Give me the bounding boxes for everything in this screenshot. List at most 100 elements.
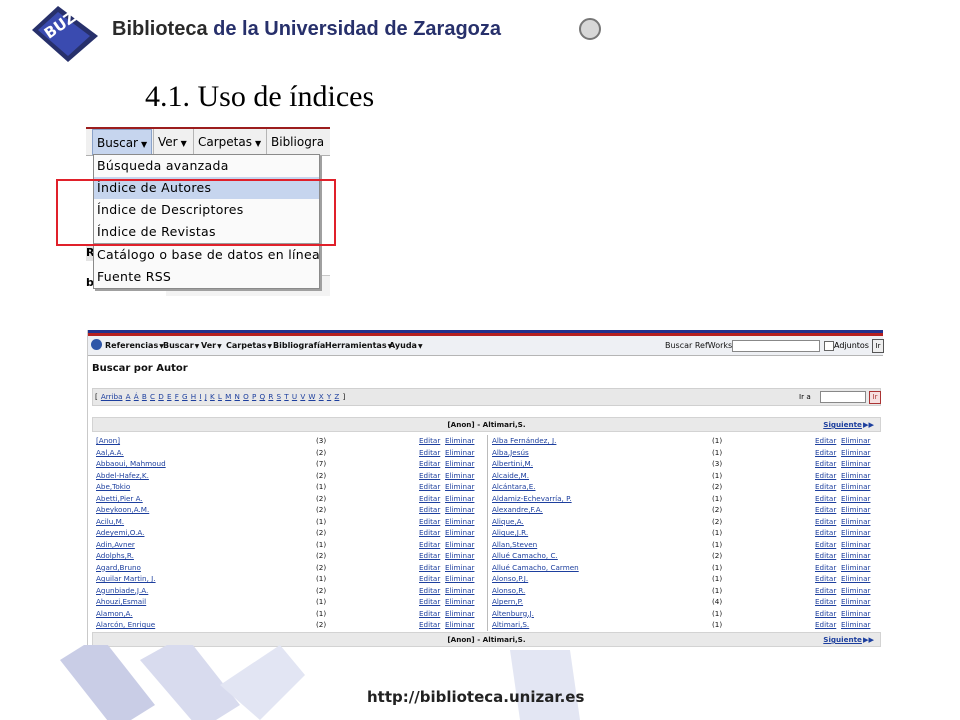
edit-link[interactable]: Editar bbox=[419, 596, 440, 608]
next-link[interactable]: Siguiente▶▶ bbox=[823, 633, 874, 646]
alphabet-link[interactable]: V bbox=[300, 392, 305, 401]
edit-link[interactable]: Editar bbox=[815, 470, 836, 482]
author-name-link[interactable]: Allué Camacho, C. bbox=[492, 550, 558, 562]
delete-link[interactable]: Eliminar bbox=[841, 550, 870, 562]
menu-buscar[interactable]: Buscar▼ bbox=[92, 129, 153, 155]
delete-link[interactable]: Eliminar bbox=[445, 550, 474, 562]
alphabet-link[interactable]: P bbox=[252, 392, 256, 401]
edit-link[interactable]: Editar bbox=[419, 585, 440, 597]
author-name-link[interactable]: Acilu,M. bbox=[96, 516, 124, 528]
author-name-link[interactable]: Alba,Jesús bbox=[492, 447, 529, 459]
delete-link[interactable]: Eliminar bbox=[841, 481, 870, 493]
alphabet-link[interactable]: J bbox=[205, 392, 207, 401]
author-name-link[interactable]: Alonso,R. bbox=[492, 585, 525, 597]
author-name-link[interactable]: Allan,Steven bbox=[492, 539, 537, 551]
delete-link[interactable]: Eliminar bbox=[841, 596, 870, 608]
alphabet-link[interactable]: Á bbox=[134, 392, 139, 401]
author-name-link[interactable]: Agunbiade,J.A. bbox=[96, 585, 148, 597]
delete-link[interactable]: Eliminar bbox=[445, 470, 474, 482]
search-input[interactable] bbox=[732, 340, 820, 352]
alphabet-link[interactable]: I bbox=[199, 392, 201, 401]
delete-link[interactable]: Eliminar bbox=[841, 458, 870, 470]
delete-link[interactable]: Eliminar bbox=[445, 458, 474, 470]
delete-link[interactable]: Eliminar bbox=[841, 504, 870, 516]
delete-link[interactable]: Eliminar bbox=[445, 562, 474, 574]
alphabet-link[interactable]: G bbox=[182, 392, 188, 401]
edit-link[interactable]: Editar bbox=[815, 585, 836, 597]
edit-link[interactable]: Editar bbox=[815, 562, 836, 574]
edit-link[interactable]: Editar bbox=[419, 504, 440, 516]
edit-link[interactable]: Editar bbox=[419, 470, 440, 482]
author-name-link[interactable]: Alique,J.R. bbox=[492, 527, 528, 539]
edit-link[interactable]: Editar bbox=[815, 619, 836, 631]
menu-referencias[interactable]: Referencias▼ bbox=[105, 336, 164, 355]
delete-link[interactable]: Eliminar bbox=[445, 608, 474, 620]
edit-link[interactable]: Editar bbox=[419, 619, 440, 631]
edit-link[interactable]: Editar bbox=[419, 435, 440, 447]
menu-item-catalogo[interactable]: Catálogo o base de datos en línea bbox=[94, 243, 320, 266]
author-name-link[interactable]: Alba Fernández, J. bbox=[492, 435, 556, 447]
alphabet-link[interactable]: T bbox=[284, 392, 288, 401]
delete-link[interactable]: Eliminar bbox=[841, 562, 870, 574]
delete-link[interactable]: Eliminar bbox=[445, 516, 474, 528]
delete-link[interactable]: Eliminar bbox=[445, 493, 474, 505]
author-name-link[interactable]: Alamon,A. bbox=[96, 608, 133, 620]
delete-link[interactable]: Eliminar bbox=[445, 539, 474, 551]
menu-item-busqueda-avanzada[interactable]: Búsqueda avanzada bbox=[94, 155, 319, 177]
author-name-link[interactable]: Alexandre,F.A. bbox=[492, 504, 543, 516]
author-name-link[interactable]: Abetti,Pier A. bbox=[96, 493, 143, 505]
delete-link[interactable]: Eliminar bbox=[841, 573, 870, 585]
edit-link[interactable]: Editar bbox=[419, 447, 440, 459]
edit-link[interactable]: Editar bbox=[815, 447, 836, 459]
edit-link[interactable]: Editar bbox=[815, 504, 836, 516]
edit-link[interactable]: Editar bbox=[815, 550, 836, 562]
author-name-link[interactable]: [Anon] bbox=[96, 435, 120, 447]
menu-carpetas[interactable]: Carpetas▼ bbox=[193, 129, 265, 155]
edit-link[interactable]: Editar bbox=[419, 493, 440, 505]
edit-link[interactable]: Editar bbox=[815, 608, 836, 620]
alphabet-link[interactable]: B bbox=[142, 392, 147, 401]
author-name-link[interactable]: Altenburg,J. bbox=[492, 608, 534, 620]
delete-link[interactable]: Eliminar bbox=[841, 539, 870, 551]
author-name-link[interactable]: Alpern,P. bbox=[492, 596, 523, 608]
home-icon[interactable] bbox=[91, 339, 102, 350]
author-name-link[interactable]: Altimari,S. bbox=[492, 619, 529, 631]
goto-input[interactable] bbox=[820, 391, 866, 403]
menu-bibliografia[interactable]: Bibliogra bbox=[266, 129, 328, 155]
edit-link[interactable]: Editar bbox=[419, 608, 440, 620]
attachments-checkbox[interactable] bbox=[824, 341, 834, 351]
delete-link[interactable]: Eliminar bbox=[445, 573, 474, 585]
edit-link[interactable]: Editar bbox=[419, 539, 440, 551]
author-name-link[interactable]: Albertini,M. bbox=[492, 458, 533, 470]
menu-ver[interactable]: Ver▼ bbox=[201, 336, 222, 355]
alphabet-link[interactable]: S bbox=[277, 392, 282, 401]
delete-link[interactable]: Eliminar bbox=[445, 447, 474, 459]
delete-link[interactable]: Eliminar bbox=[841, 470, 870, 482]
alphabet-link[interactable]: H bbox=[191, 392, 196, 401]
alphabet-link[interactable]: K bbox=[210, 392, 215, 401]
menu-ver[interactable]: Ver▼ bbox=[153, 129, 191, 155]
menu-ayuda[interactable]: Ayuda▼ bbox=[389, 336, 423, 355]
edit-link[interactable]: Editar bbox=[815, 527, 836, 539]
author-name-link[interactable]: Abdel-Hafez,K. bbox=[96, 470, 149, 482]
author-name-link[interactable]: Alarcón, Enrique bbox=[96, 619, 155, 631]
alphabet-link[interactable]: Y bbox=[327, 392, 331, 401]
delete-link[interactable]: Eliminar bbox=[445, 527, 474, 539]
edit-link[interactable]: Editar bbox=[815, 481, 836, 493]
alphabet-link[interactable]: Q bbox=[259, 392, 265, 401]
author-name-link[interactable]: Aldamiz-Echevarría, P. bbox=[492, 493, 572, 505]
delete-link[interactable]: Eliminar bbox=[841, 516, 870, 528]
edit-link[interactable]: Editar bbox=[419, 527, 440, 539]
next-link[interactable]: Siguiente▶▶ bbox=[823, 418, 874, 431]
alphabet-link[interactable]: C bbox=[150, 392, 155, 401]
menu-carpetas[interactable]: Carpetas▼ bbox=[226, 336, 272, 355]
edit-link[interactable]: Editar bbox=[815, 539, 836, 551]
edit-link[interactable]: Editar bbox=[815, 573, 836, 585]
author-name-link[interactable]: Alonso,P.J. bbox=[492, 573, 528, 585]
edit-link[interactable]: Editar bbox=[419, 516, 440, 528]
edit-link[interactable]: Editar bbox=[419, 562, 440, 574]
delete-link[interactable]: Eliminar bbox=[445, 619, 474, 631]
author-name-link[interactable]: Adeyemi,O.A. bbox=[96, 527, 144, 539]
alphabet-link[interactable]: W bbox=[308, 392, 315, 401]
author-name-link[interactable]: Alique,A. bbox=[492, 516, 524, 528]
